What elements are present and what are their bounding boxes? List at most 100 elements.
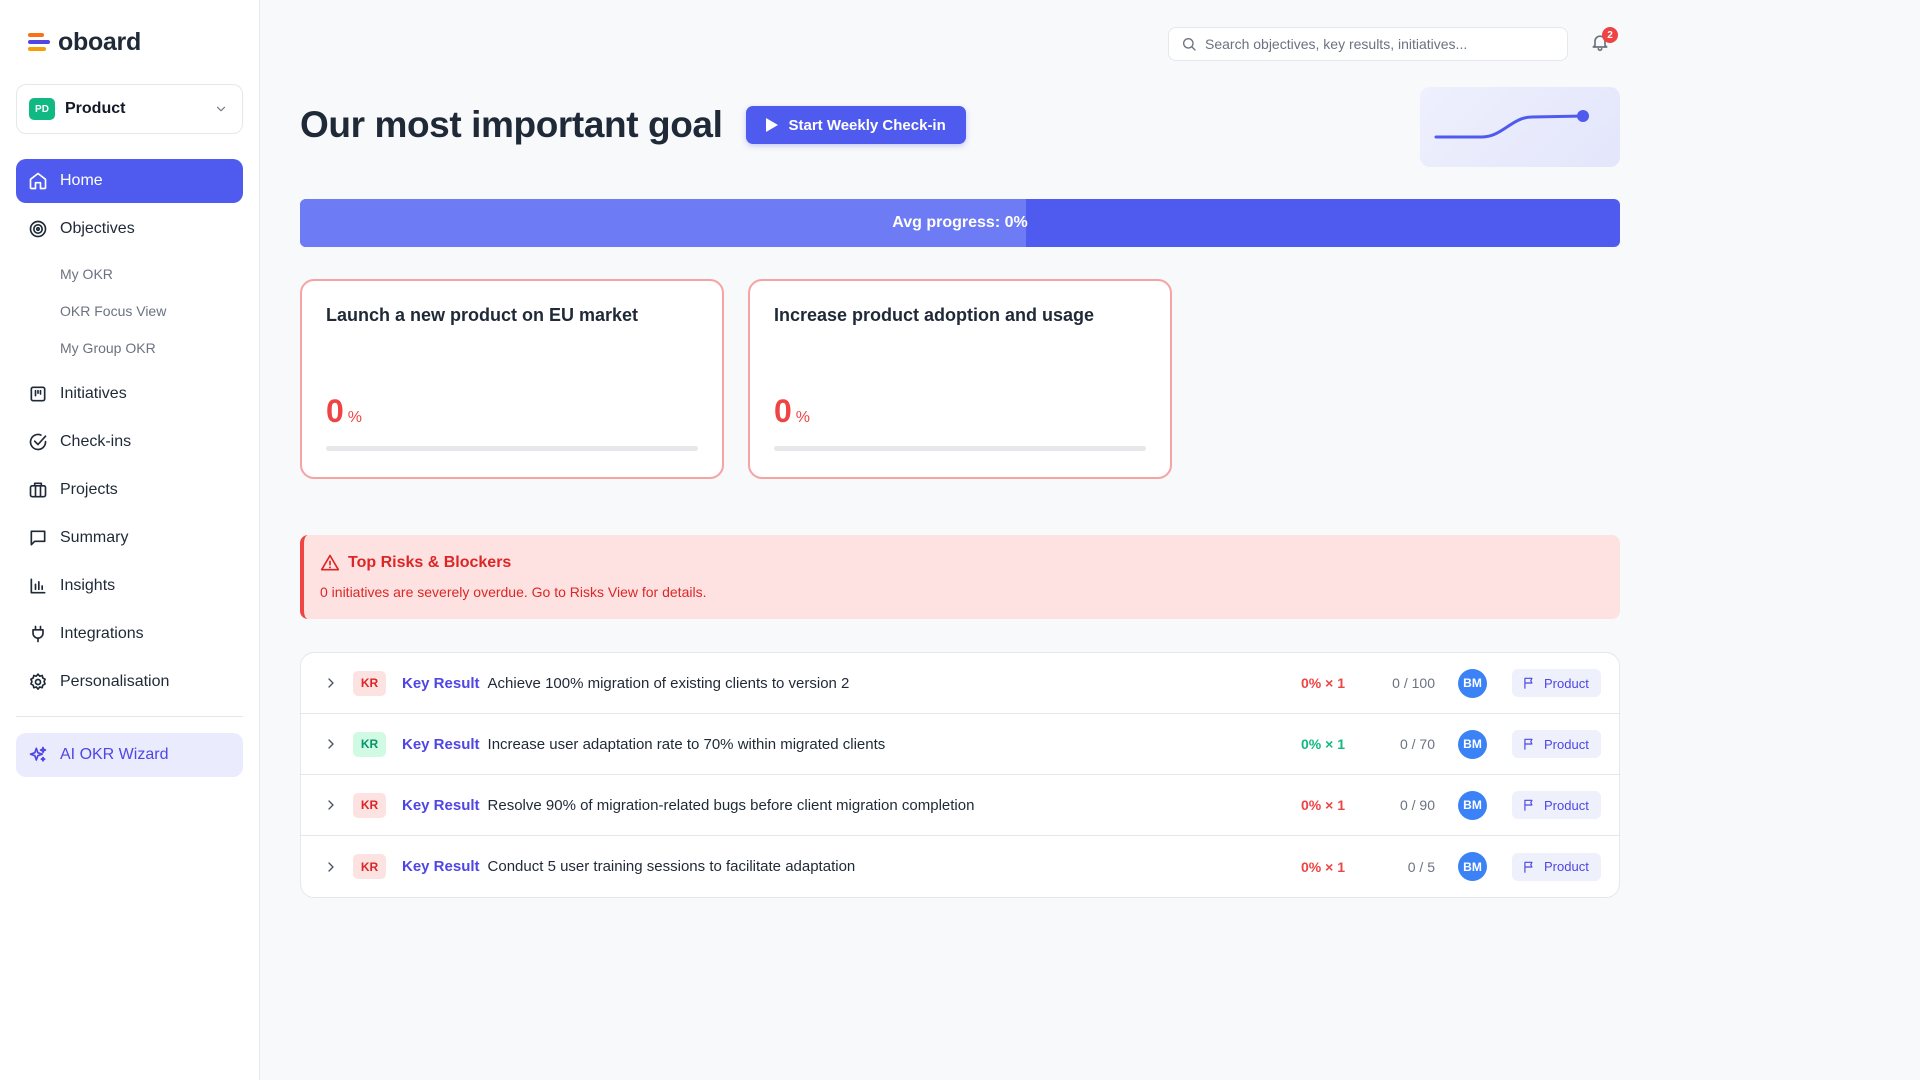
objective-progress-value: 0%	[774, 393, 810, 430]
brand-logo[interactable]: oboard	[16, 0, 243, 84]
group-tag[interactable]: Product	[1512, 791, 1601, 819]
kr-score: 0% × 1	[1301, 858, 1345, 875]
nav-item-label: Integrations	[60, 625, 144, 642]
notification-count-badge: 2	[1602, 27, 1618, 43]
kr-type-link[interactable]: Key Result	[402, 858, 480, 875]
check-circle-icon	[29, 433, 47, 451]
plug-icon	[32, 625, 44, 643]
nav-item-home[interactable]: Home	[16, 159, 243, 203]
group-tag[interactable]: Product	[1512, 852, 1601, 881]
risks-description: 0 initiatives are severely overdue. Go t…	[320, 584, 707, 600]
table-row[interactable]: KR Key Result Conduct 5 user training se…	[301, 836, 1619, 897]
kr-progress: 0 / 90	[1399, 797, 1435, 813]
page-header: Our most important goal Start Weekly Che…	[300, 104, 966, 146]
avatar[interactable]: BM	[1458, 852, 1487, 881]
sidebar: oboard PD Product Home Objectives My OKR…	[0, 0, 260, 1080]
flag-icon	[1524, 677, 1533, 689]
risks-banner: Top Risks & Blockers 0 initiatives are s…	[300, 535, 1620, 619]
brand-name: oboard	[58, 27, 141, 56]
key-results-list: KR Key Result Achieve 100% migration of …	[300, 652, 1620, 898]
avg-progress-label: Avg progress: 0%	[892, 214, 1028, 231]
table-row[interactable]: KR Key Result Achieve 100% migration of …	[301, 653, 1619, 714]
workspace-selector[interactable]: PD Product	[16, 84, 243, 134]
kanban-icon	[30, 386, 46, 402]
avatar[interactable]: BM	[1458, 790, 1487, 820]
chevron-right-icon[interactable]	[323, 797, 339, 813]
nav-item-insights[interactable]: Insights	[16, 564, 243, 608]
nav-item-summary[interactable]: Summary	[16, 516, 243, 560]
kr-progress: 0 / 5	[1407, 858, 1435, 875]
sparkles-icon	[29, 746, 47, 762]
table-row[interactable]: KR Key Result Increase user adaptation r…	[301, 714, 1619, 775]
kr-score: 0% × 1	[1301, 797, 1345, 813]
kr-progress: 0 / 100	[1392, 675, 1435, 691]
workspace-badge: PD	[29, 98, 55, 120]
objective-progress-track	[326, 446, 698, 451]
nav-item-label: Insights	[60, 577, 116, 594]
main-content: 2 Our most important goal Start Weekly C…	[260, 0, 1920, 1080]
objective-card[interactable]: Increase product adoption and usage 0%	[748, 279, 1172, 479]
kr-badge: KR	[353, 731, 386, 757]
avatar[interactable]: BM	[1458, 668, 1487, 698]
nav-item-integrations[interactable]: Integrations	[16, 612, 243, 656]
flag-icon	[1524, 738, 1533, 750]
kr-title: Increase user adaptation rate to 70% wit…	[487, 735, 886, 753]
nav-item-initiatives[interactable]: Initiatives	[16, 372, 243, 416]
nav-item-checkins[interactable]: Check-ins	[16, 420, 243, 464]
group-tag[interactable]: Product	[1512, 669, 1601, 697]
kr-type-link[interactable]: Key Result	[402, 736, 480, 753]
chevron-down-icon	[216, 106, 226, 112]
group-tag[interactable]: Product	[1512, 730, 1601, 758]
group-tag-label: Product	[1544, 736, 1589, 752]
kr-score: 0% × 1	[1301, 675, 1345, 691]
notifications-button[interactable]: 2	[1590, 27, 1618, 54]
nav-item-objectives[interactable]: Objectives	[16, 207, 243, 251]
kr-progress: 0 / 70	[1399, 736, 1435, 752]
group-tag-label: Product	[1544, 675, 1589, 691]
table-row[interactable]: KR Key Result Resolve 90% of migration-r…	[301, 775, 1619, 836]
search-input[interactable]	[1205, 36, 1545, 52]
main-nav: Home Objectives My OKR OKR Focus View My…	[16, 159, 243, 777]
chevron-right-icon[interactable]	[323, 859, 339, 875]
nav-item-label: Personalisation	[60, 673, 170, 690]
target-icon	[29, 220, 47, 238]
chevron-right-icon[interactable]	[323, 675, 339, 691]
nav-item-personalisation[interactable]: Personalisation	[16, 660, 243, 704]
kr-score: 0% × 1	[1301, 736, 1345, 752]
search-box[interactable]	[1168, 27, 1568, 61]
nav-item-label: Home	[60, 172, 103, 189]
briefcase-icon	[29, 482, 47, 498]
search-icon	[1183, 38, 1196, 51]
bar-chart-icon	[30, 578, 46, 594]
nav-item-ai-okr-wizard[interactable]: AI OKR Wizard	[16, 733, 243, 777]
nav-sub-okr-focus-view[interactable]: OKR Focus View	[16, 292, 243, 329]
nav-item-projects[interactable]: Projects	[16, 468, 243, 512]
avatar[interactable]: BM	[1458, 729, 1487, 759]
nav-sub-my-group-okr[interactable]: My Group OKR	[16, 329, 243, 366]
kr-badge: KR	[353, 854, 386, 879]
trend-sparkline-card[interactable]	[1420, 87, 1620, 167]
nav-item-label: Objectives	[60, 220, 135, 237]
kr-type-link[interactable]: Key Result	[402, 797, 480, 814]
objective-progress-number: 0	[774, 393, 792, 429]
group-tag-label: Product	[1544, 797, 1589, 813]
nav-item-label: Projects	[60, 481, 118, 498]
objective-title: Increase product adoption and usage	[774, 305, 1095, 325]
chevron-right-icon[interactable]	[323, 736, 339, 752]
risks-title-text: Top Risks & Blockers	[348, 554, 512, 571]
kr-title: Achieve 100% migration of existing clien…	[487, 674, 850, 692]
play-icon	[766, 118, 779, 132]
sparkline-endpoint	[1577, 110, 1589, 122]
kr-badge: KR	[353, 670, 386, 696]
kr-type-link[interactable]: Key Result	[402, 675, 480, 692]
objective-progress-track	[774, 446, 1146, 451]
start-weekly-checkin-button[interactable]: Start Weekly Check-in	[746, 106, 966, 144]
objective-title: Launch a new product on EU market	[326, 305, 639, 325]
flag-icon	[1524, 799, 1533, 811]
flag-icon	[1524, 861, 1533, 873]
checkin-button-label: Start Weekly Check-in	[788, 116, 946, 134]
nav-sub-my-okr[interactable]: My OKR	[16, 255, 243, 292]
objective-card[interactable]: Launch a new product on EU market 0%	[300, 279, 724, 479]
app-root: oboard PD Product Home Objectives My OKR…	[0, 0, 1920, 1080]
group-tag-label: Product	[1544, 859, 1589, 874]
